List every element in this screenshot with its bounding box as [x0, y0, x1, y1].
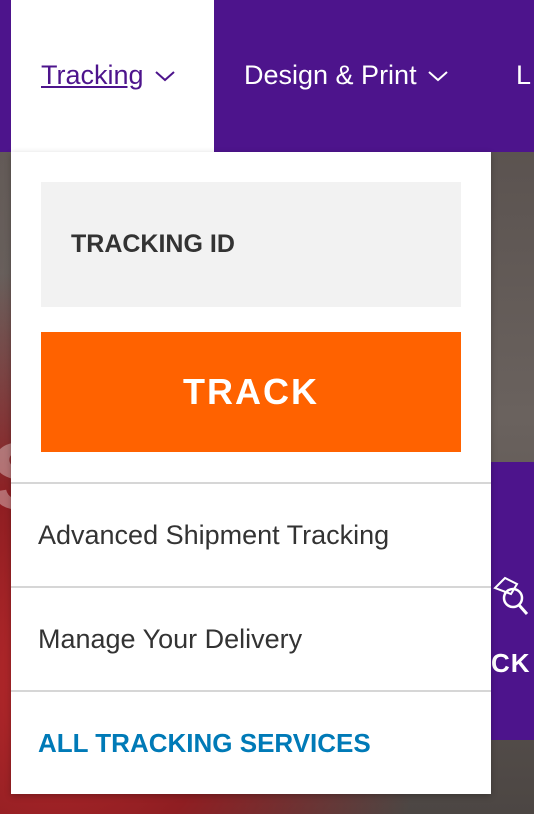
advanced-shipment-tracking-link[interactable]: Advanced Shipment Tracking — [38, 520, 389, 551]
tracking-id-input[interactable] — [41, 182, 461, 307]
chevron-down-icon — [427, 70, 448, 81]
card-label: CK — [491, 648, 531, 678]
nav-item-label: Design & Print — [244, 60, 417, 90]
track-button[interactable]: TRACK — [41, 332, 461, 452]
nav-item-partial[interactable]: L — [516, 60, 531, 91]
divider — [11, 586, 491, 588]
nav-edge — [0, 0, 11, 152]
package-search-icon — [493, 576, 529, 615]
nav-item-tracking[interactable]: Tracking — [41, 60, 176, 91]
tracking-dropdown: TRACK Advanced Shipment Tracking Manage … — [11, 152, 491, 794]
nav-item-design-print[interactable]: Design & Print — [244, 60, 449, 91]
manage-delivery-link[interactable]: Manage Your Delivery — [38, 624, 302, 655]
main-nav: Tracking Design & Print L — [0, 0, 534, 152]
all-tracking-services-link[interactable]: ALL TRACKING SERVICES — [38, 728, 371, 759]
chevron-down-icon — [154, 70, 175, 81]
divider — [11, 690, 491, 692]
divider — [11, 482, 491, 484]
nav-item-label: Tracking — [41, 60, 144, 90]
nav-item-label: L — [516, 60, 532, 90]
tracking-service-card[interactable]: CK — [491, 462, 534, 740]
